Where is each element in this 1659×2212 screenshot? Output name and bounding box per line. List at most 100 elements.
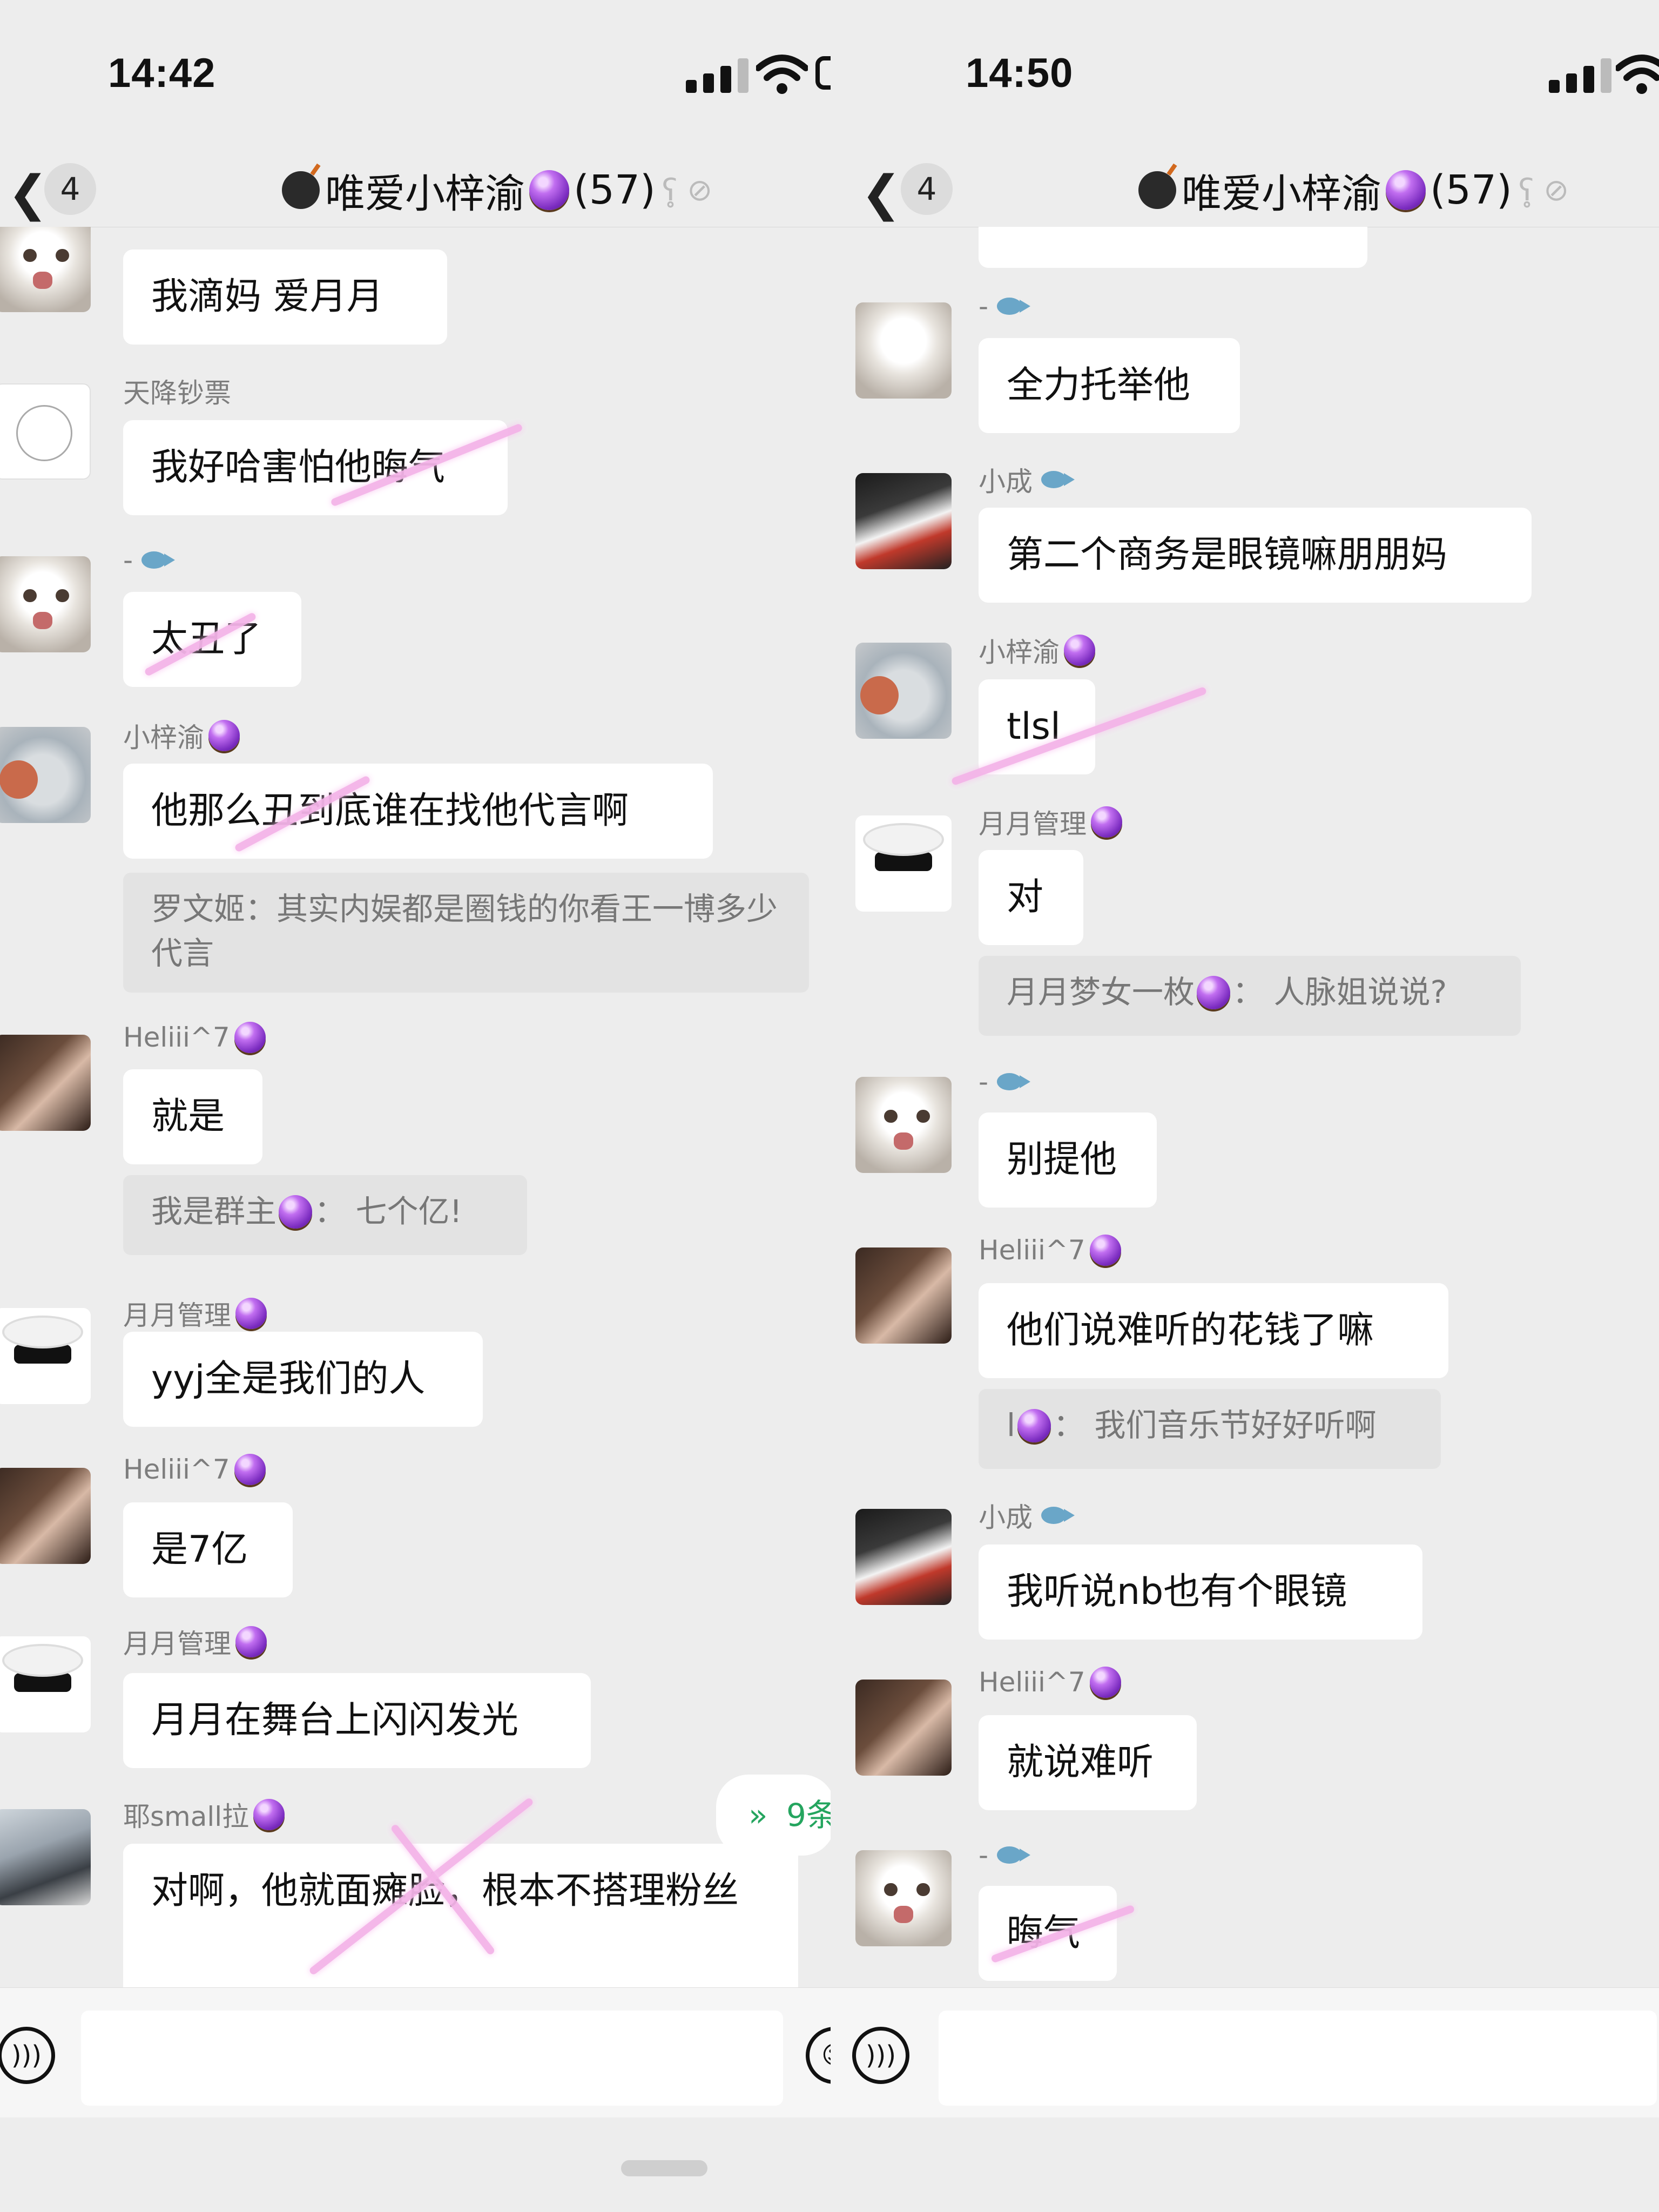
left-screenshot: 14:42 ❮ 4 唯爱小梓渝 (57) ʕ̥ ⊘ 我滴妈 爱月月 天降钞票 我… [0, 0, 831, 2212]
message-bubble[interactable]: 我滴妈 爱月月 [123, 249, 447, 345]
message-bubble[interactable]: 第二个商务是眼镜嘛朋朋妈 [979, 508, 1532, 603]
purple-orb-icon [1089, 1667, 1121, 1698]
quote-text: ： 七个亿! [314, 1193, 462, 1230]
unread-count-badge[interactable]: 4 [44, 163, 96, 215]
message-bubble[interactable]: 别提他 [979, 1112, 1157, 1208]
quote-text: ： 人脉姐说说? [1232, 974, 1447, 1010]
new-messages-pill[interactable]: » 9条 [716, 1775, 831, 1856]
avatar[interactable] [855, 473, 952, 569]
message-bubble[interactable]: 我好哈害怕他晦气 [123, 420, 508, 515]
message-bubble-partial[interactable] [979, 227, 1367, 268]
message-list[interactable]: 我滴妈 爱月月 天降钞票 我好哈害怕他晦气 - 太丑了 小梓渝 他那么丑到底谁在… [0, 227, 831, 1987]
avatar[interactable] [855, 1509, 952, 1605]
input-bar: ))) [831, 1987, 1659, 2117]
bomb-icon [282, 171, 320, 209]
message-input[interactable] [939, 2011, 1657, 2106]
status-bar: 14:50 [831, 0, 1659, 146]
quoted-message[interactable]: l ： 我们音乐节好好听啊 [979, 1389, 1441, 1469]
sender-name: Heliii^7 [979, 1667, 1121, 1698]
purple-orb-icon [253, 1799, 285, 1830]
chat-title: 唯爱小梓渝 (57) ʕ̥ ⊘ [282, 163, 712, 217]
sender-name: 月月管理 [123, 1294, 267, 1333]
avatar[interactable] [855, 1850, 952, 1946]
message-bubble[interactable]: 就是 [123, 1069, 262, 1164]
quoted-message[interactable]: 月月梦女一枚 ： 人脉姐说说? [979, 956, 1521, 1036]
message-input[interactable] [81, 2011, 783, 2106]
message-bubble[interactable]: tlsl [979, 679, 1095, 774]
avatar[interactable] [855, 1680, 952, 1776]
status-bar: 14:42 [0, 0, 831, 146]
sender-name: 月月管理 [123, 1622, 267, 1661]
chevron-left-icon[interactable]: ❮ [861, 170, 901, 218]
bell-slash-icon: ʕ̥ ⊘ [1518, 172, 1569, 208]
purple-orb-icon [1017, 1409, 1051, 1442]
message-bubble[interactable]: yyj全是我们的人 [123, 1332, 483, 1427]
quoted-message[interactable]: 我是群主 ： 七个亿! [123, 1175, 527, 1255]
sender-name: Heliii^7 [123, 1454, 266, 1485]
purple-orb-icon [208, 720, 240, 751]
avatar[interactable] [0, 1636, 91, 1732]
fish-icon [994, 294, 1031, 318]
group-name: 唯爱小梓渝 [1182, 170, 1381, 217]
sender-name: 小梓渝 [979, 631, 1095, 670]
purple-orb-icon [1197, 976, 1231, 1009]
purple-orb-icon [279, 1195, 313, 1229]
quote-text: ： 我们音乐节好好听啊 [1053, 1407, 1377, 1444]
avatar[interactable] [0, 1809, 91, 1905]
avatar[interactable] [855, 1247, 952, 1344]
message-bubble[interactable]: 晦气 [979, 1886, 1117, 1981]
sender-name: - [979, 1066, 1031, 1097]
quote-author: l [1007, 1407, 1016, 1444]
purple-orb-icon [234, 1454, 266, 1485]
fish-icon [1038, 1503, 1076, 1527]
avatar[interactable] [855, 302, 952, 399]
sender-name: 小成 [979, 1496, 1076, 1535]
quoted-message[interactable]: 罗文姬：其实内娱都是圈钱的你看王一博多少代言 [123, 873, 809, 993]
message-bubble[interactable]: 是7亿 [123, 1502, 293, 1597]
group-name: 唯爱小梓渝 [325, 170, 525, 217]
wifi-icon [756, 55, 808, 94]
sender-name: 小成 [979, 460, 1076, 499]
purple-orb-icon [1064, 635, 1095, 666]
avatar[interactable] [0, 727, 91, 823]
new-messages-count: 9条 [786, 1797, 831, 1833]
message-bubble[interactable]: 他们说难听的花钱了嘛 [979, 1283, 1448, 1378]
sender-name: Heliii^7 [979, 1235, 1121, 1266]
status-time: 14:50 [966, 50, 1074, 96]
signal-icon [1549, 58, 1611, 93]
sender-name: 耶small拉 [123, 1795, 285, 1834]
voice-icon[interactable]: ))) [852, 2027, 909, 2084]
avatar[interactable] [0, 383, 91, 480]
message-bubble[interactable]: 我听说nb也有个眼镜 [979, 1545, 1422, 1640]
sender-name: Heliii^7 [123, 1022, 266, 1053]
message-bubble[interactable]: 全力托举他 [979, 338, 1240, 433]
bell-slash-icon: ʕ̥ ⊘ [662, 172, 713, 208]
avatar[interactable] [0, 1308, 91, 1404]
purple-orb-icon [235, 1298, 267, 1329]
fish-icon [1038, 468, 1076, 491]
unread-count-badge[interactable]: 4 [901, 163, 953, 215]
message-bubble[interactable]: 月月在舞台上闪闪发光 [123, 1673, 591, 1768]
message-list[interactable]: - 全力托举他 小成 第二个商务是眼镜嘛朋朋妈 小梓渝 tlsl 月月管理 对 … [831, 227, 1659, 1987]
purple-orb-icon [235, 1626, 267, 1657]
emoji-icon[interactable]: ☺ [806, 2027, 831, 2084]
right-screenshot: 14:50 ❮ 4 唯爱小梓渝 (57) ʕ̥ ⊘ - 全力托举他 小成 第二个… [831, 0, 1659, 2212]
sender-name: 小梓渝 [123, 716, 240, 755]
purple-orb-icon [529, 170, 569, 210]
sender-name: 天降钞票 [123, 377, 231, 409]
avatar[interactable] [0, 227, 91, 312]
avatar[interactable] [855, 643, 952, 739]
message-bubble[interactable]: 对 [979, 850, 1083, 945]
message-bubble[interactable]: 就说难听 [979, 1715, 1197, 1810]
avatar[interactable] [0, 556, 91, 652]
purple-orb-icon [1089, 1235, 1121, 1266]
avatar[interactable] [0, 1468, 91, 1564]
avatar[interactable] [855, 1077, 952, 1173]
avatar[interactable] [855, 815, 952, 912]
message-bubble[interactable]: 他那么丑到底谁在找他代言啊 [123, 764, 713, 859]
bomb-icon [1138, 171, 1176, 209]
voice-icon[interactable]: ))) [0, 2027, 55, 2084]
chevron-left-icon[interactable]: ❮ [8, 170, 48, 218]
home-indicator [621, 2160, 707, 2176]
avatar[interactable] [0, 1035, 91, 1131]
